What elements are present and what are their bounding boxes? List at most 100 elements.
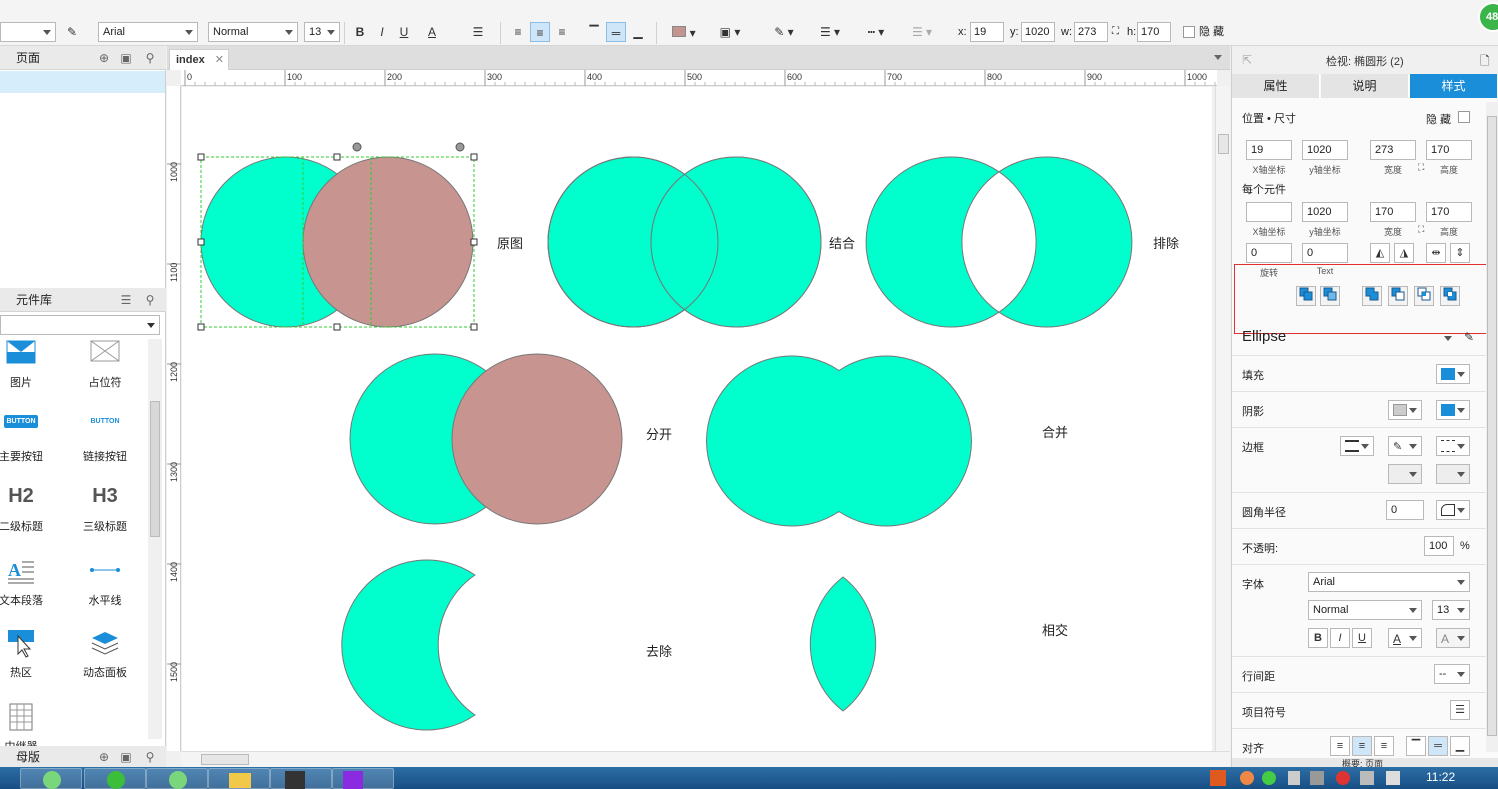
- font-family-select[interactable]: Arial: [98, 22, 198, 42]
- taskbar-app-photo[interactable]: [270, 768, 332, 789]
- tray-app-icon[interactable]: [1262, 771, 1276, 785]
- library-scrollbar[interactable]: [148, 339, 162, 739]
- widget-link-button[interactable]: BUTTON 链接按钮: [70, 412, 140, 464]
- design-canvas[interactable]: 原图 结合 排除 分开 合并 去除 相交: [182, 87, 1212, 751]
- search-icon[interactable]: ⚲: [142, 50, 158, 66]
- taskbar-app-explorer[interactable]: [208, 768, 270, 789]
- font-weight-select[interactable]: Normal: [1308, 600, 1422, 620]
- widget-hotspot[interactable]: 热区: [0, 628, 56, 680]
- align-right-icon[interactable]: ≡: [552, 22, 572, 42]
- collapse-icon[interactable]: ⇱: [1242, 53, 1252, 67]
- font-family-select[interactable]: Arial: [1308, 572, 1470, 592]
- taskbar-app-atom[interactable]: [20, 768, 82, 789]
- tab-menu-chevron-icon[interactable]: [1214, 55, 1222, 60]
- border-color-button[interactable]: ✎ ▾: [766, 22, 802, 42]
- lock-ratio-icon[interactable]: ⛶: [1112, 22, 1119, 42]
- inspector-scrollbar[interactable]: [1486, 102, 1498, 752]
- hidden-checkbox[interactable]: [1458, 111, 1470, 123]
- tray-sogou-icon[interactable]: [1210, 770, 1226, 786]
- page-icon[interactable]: 🗋: [1480, 52, 1490, 73]
- widget-image[interactable]: 图片: [0, 338, 56, 390]
- line-spacing-select[interactable]: --: [1434, 664, 1470, 684]
- scrollbar-thumb[interactable]: [1218, 134, 1229, 154]
- widget-paragraph[interactable]: A 文本段落: [0, 556, 56, 608]
- search-icon[interactable]: ⚲: [142, 292, 158, 308]
- notification-badge[interactable]: 48: [1478, 2, 1498, 32]
- x-input[interactable]: 19: [1246, 140, 1292, 160]
- rotate-input[interactable]: 0: [1246, 243, 1292, 263]
- tray-volume-icon[interactable]: [1360, 771, 1374, 785]
- align-center-icon[interactable]: ≡: [1352, 736, 1372, 756]
- font-color-picker[interactable]: A: [1388, 628, 1422, 648]
- close-icon[interactable]: ✕: [215, 50, 224, 70]
- boolean-union-icon[interactable]: [1362, 286, 1382, 306]
- align-middle-icon[interactable]: ═: [606, 22, 626, 42]
- chevron-down-icon[interactable]: [1444, 336, 1452, 341]
- font-weight-select[interactable]: Normal: [208, 22, 298, 42]
- font-color-button[interactable]: A: [424, 22, 458, 42]
- page-item-selected[interactable]: [0, 71, 165, 93]
- tab-index[interactable]: index ✕: [169, 49, 229, 70]
- canvas-horizontal-scrollbar[interactable]: [181, 751, 1230, 767]
- font-size-select[interactable]: 13: [304, 22, 340, 42]
- format-painter-icon[interactable]: ✎: [62, 22, 82, 42]
- arrow-end-picker[interactable]: [1436, 464, 1470, 484]
- tray-network-icon[interactable]: [1310, 771, 1324, 785]
- align-right-icon[interactable]: ≡: [1374, 736, 1394, 756]
- fill-color-button[interactable]: ▾: [666, 22, 702, 42]
- each-x-input[interactable]: [1246, 202, 1292, 222]
- arrow-start-picker[interactable]: [1388, 464, 1422, 484]
- text-effect-picker[interactable]: A: [1436, 628, 1470, 648]
- flip-horizontal-icon[interactable]: ◭: [1370, 243, 1390, 263]
- hidden-checkbox[interactable]: [1183, 26, 1195, 38]
- distribute-vertical-icon[interactable]: ⇕: [1450, 243, 1470, 263]
- bullet-list-icon[interactable]: ☰: [468, 22, 488, 42]
- library-select[interactable]: [0, 315, 160, 335]
- tray-app-icon[interactable]: [1288, 771, 1300, 785]
- bullet-list-icon[interactable]: ☰: [1450, 700, 1470, 720]
- widget-placeholder[interactable]: 占位符: [70, 338, 140, 390]
- height-input[interactable]: 170: [1426, 140, 1472, 160]
- each-y-input[interactable]: 1020: [1302, 202, 1348, 222]
- w-input[interactable]: 273: [1074, 22, 1108, 42]
- align-center-icon[interactable]: ≡: [530, 22, 550, 42]
- add-page-icon[interactable]: ⊕: [96, 50, 112, 66]
- tray-flag-icon[interactable]: [1386, 771, 1400, 785]
- scrollbar-thumb[interactable]: [1487, 116, 1497, 736]
- border-width-picker[interactable]: [1340, 436, 1374, 456]
- boolean-combine-icon[interactable]: [1296, 286, 1316, 306]
- border-style-picker[interactable]: [1436, 436, 1470, 456]
- shape-name[interactable]: Ellipse: [1242, 328, 1286, 345]
- search-icon[interactable]: ⚲: [142, 749, 158, 765]
- tray-app-icon[interactable]: [1240, 771, 1254, 785]
- taskbar-app-wechat[interactable]: [84, 768, 146, 789]
- distribute-horizontal-icon[interactable]: ⇹: [1426, 243, 1446, 263]
- opacity-input[interactable]: 100: [1424, 536, 1454, 556]
- align-bottom-icon[interactable]: ▁: [628, 22, 648, 42]
- boolean-subtract-icon[interactable]: [1388, 286, 1408, 306]
- y-input[interactable]: 1020: [1021, 22, 1055, 42]
- each-width-input[interactable]: 170: [1370, 202, 1416, 222]
- radius-input[interactable]: 0: [1386, 500, 1424, 520]
- flip-vertical-icon[interactable]: ◮: [1394, 243, 1414, 263]
- menu-icon[interactable]: ☰: [118, 292, 134, 308]
- add-master-icon[interactable]: ⊕: [96, 749, 112, 765]
- text-rotate-input[interactable]: 0: [1302, 243, 1348, 263]
- valign-bottom-icon[interactable]: ▁: [1450, 736, 1470, 756]
- italic-button[interactable]: I: [372, 22, 392, 42]
- widget-horizontal-line[interactable]: 水平线: [70, 556, 140, 608]
- corner-picker[interactable]: [1436, 500, 1470, 520]
- style-select[interactable]: [0, 22, 56, 42]
- border-width-button[interactable]: ☰ ▾: [812, 22, 848, 42]
- underline-button[interactable]: U: [1352, 628, 1372, 648]
- widget-dynamic-panel[interactable]: 动态面板: [70, 628, 140, 680]
- arrow-style-button[interactable]: ☰ ▾: [904, 22, 940, 42]
- canvas-vertical-scrollbar[interactable]: [1215, 86, 1230, 751]
- taskbar-app-axure[interactable]: [146, 768, 208, 789]
- align-left-icon[interactable]: ≡: [1330, 736, 1350, 756]
- x-input[interactable]: 19: [970, 22, 1004, 42]
- boolean-intersect-icon[interactable]: [1414, 286, 1434, 306]
- lock-ratio-icon[interactable]: ⛶: [1418, 162, 1424, 173]
- underline-button[interactable]: U: [394, 22, 414, 42]
- bold-button[interactable]: B: [1308, 628, 1328, 648]
